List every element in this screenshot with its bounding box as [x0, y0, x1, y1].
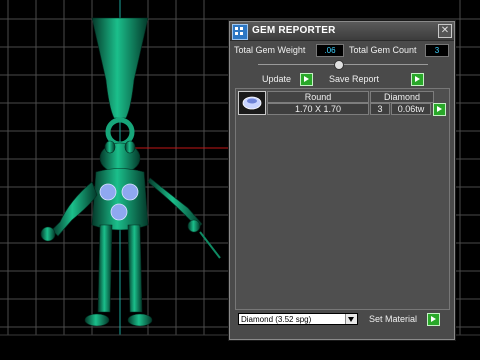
- material-row: Diamond (3.52 spg) Set Material: [238, 313, 448, 327]
- save-report-button[interactable]: Save Report: [329, 73, 425, 86]
- gem-count-cell: 3: [370, 103, 390, 115]
- gem-list-row[interactable]: Round Diamond 1.70 X 1.70 3 0.06tw: [237, 90, 448, 116]
- set-material-button[interactable]: Set Material: [369, 313, 445, 326]
- save-report-arrow-icon: [411, 73, 424, 86]
- gem-size-cell: 1.70 X 1.70: [267, 103, 369, 115]
- material-select[interactable]: Diamond (3.52 spg): [238, 313, 358, 325]
- round-gem-icon: [238, 91, 266, 115]
- panel-slider-handle[interactable]: [334, 60, 344, 70]
- window-title: GEM REPORTER: [252, 25, 336, 36]
- update-button-label: Update: [262, 74, 292, 84]
- close-button[interactable]: ✕: [438, 24, 452, 38]
- gem-weight-cell: 0.06tw: [391, 103, 431, 115]
- total-gem-weight-label: Total Gem Weight: [234, 45, 306, 55]
- gem-reporter-app-icon: [232, 24, 248, 40]
- total-gem-count-value: 3: [425, 44, 449, 57]
- update-button[interactable]: Update: [262, 73, 314, 86]
- total-gem-weight-value: .06: [316, 44, 344, 57]
- totals-row: Total Gem Weight .06 Total Gem Count 3: [233, 44, 451, 58]
- chevron-down-icon[interactable]: [345, 314, 357, 324]
- total-gem-count-label: Total Gem Count: [349, 45, 417, 55]
- material-select-value: Diamond (3.52 spg): [241, 315, 312, 324]
- set-material-arrow-icon: [427, 313, 440, 326]
- set-material-button-label: Set Material: [369, 314, 418, 324]
- update-arrow-icon: [300, 73, 313, 86]
- title-bar[interactable]: GEM REPORTER ✕: [230, 22, 454, 41]
- save-report-button-label: Save Report: [329, 74, 380, 84]
- gem-reporter-panel: GEM REPORTER ✕ Total Gem Weight .06 Tota…: [229, 21, 455, 340]
- gem-list[interactable]: Round Diamond 1.70 X 1.70 3 0.06tw: [235, 88, 450, 310]
- pendant-figure: [40, 17, 221, 327]
- gem-shape-header: Round: [267, 91, 369, 103]
- gem-row-arrow-icon[interactable]: [433, 103, 446, 116]
- gem-material-header: Diamond: [370, 91, 434, 103]
